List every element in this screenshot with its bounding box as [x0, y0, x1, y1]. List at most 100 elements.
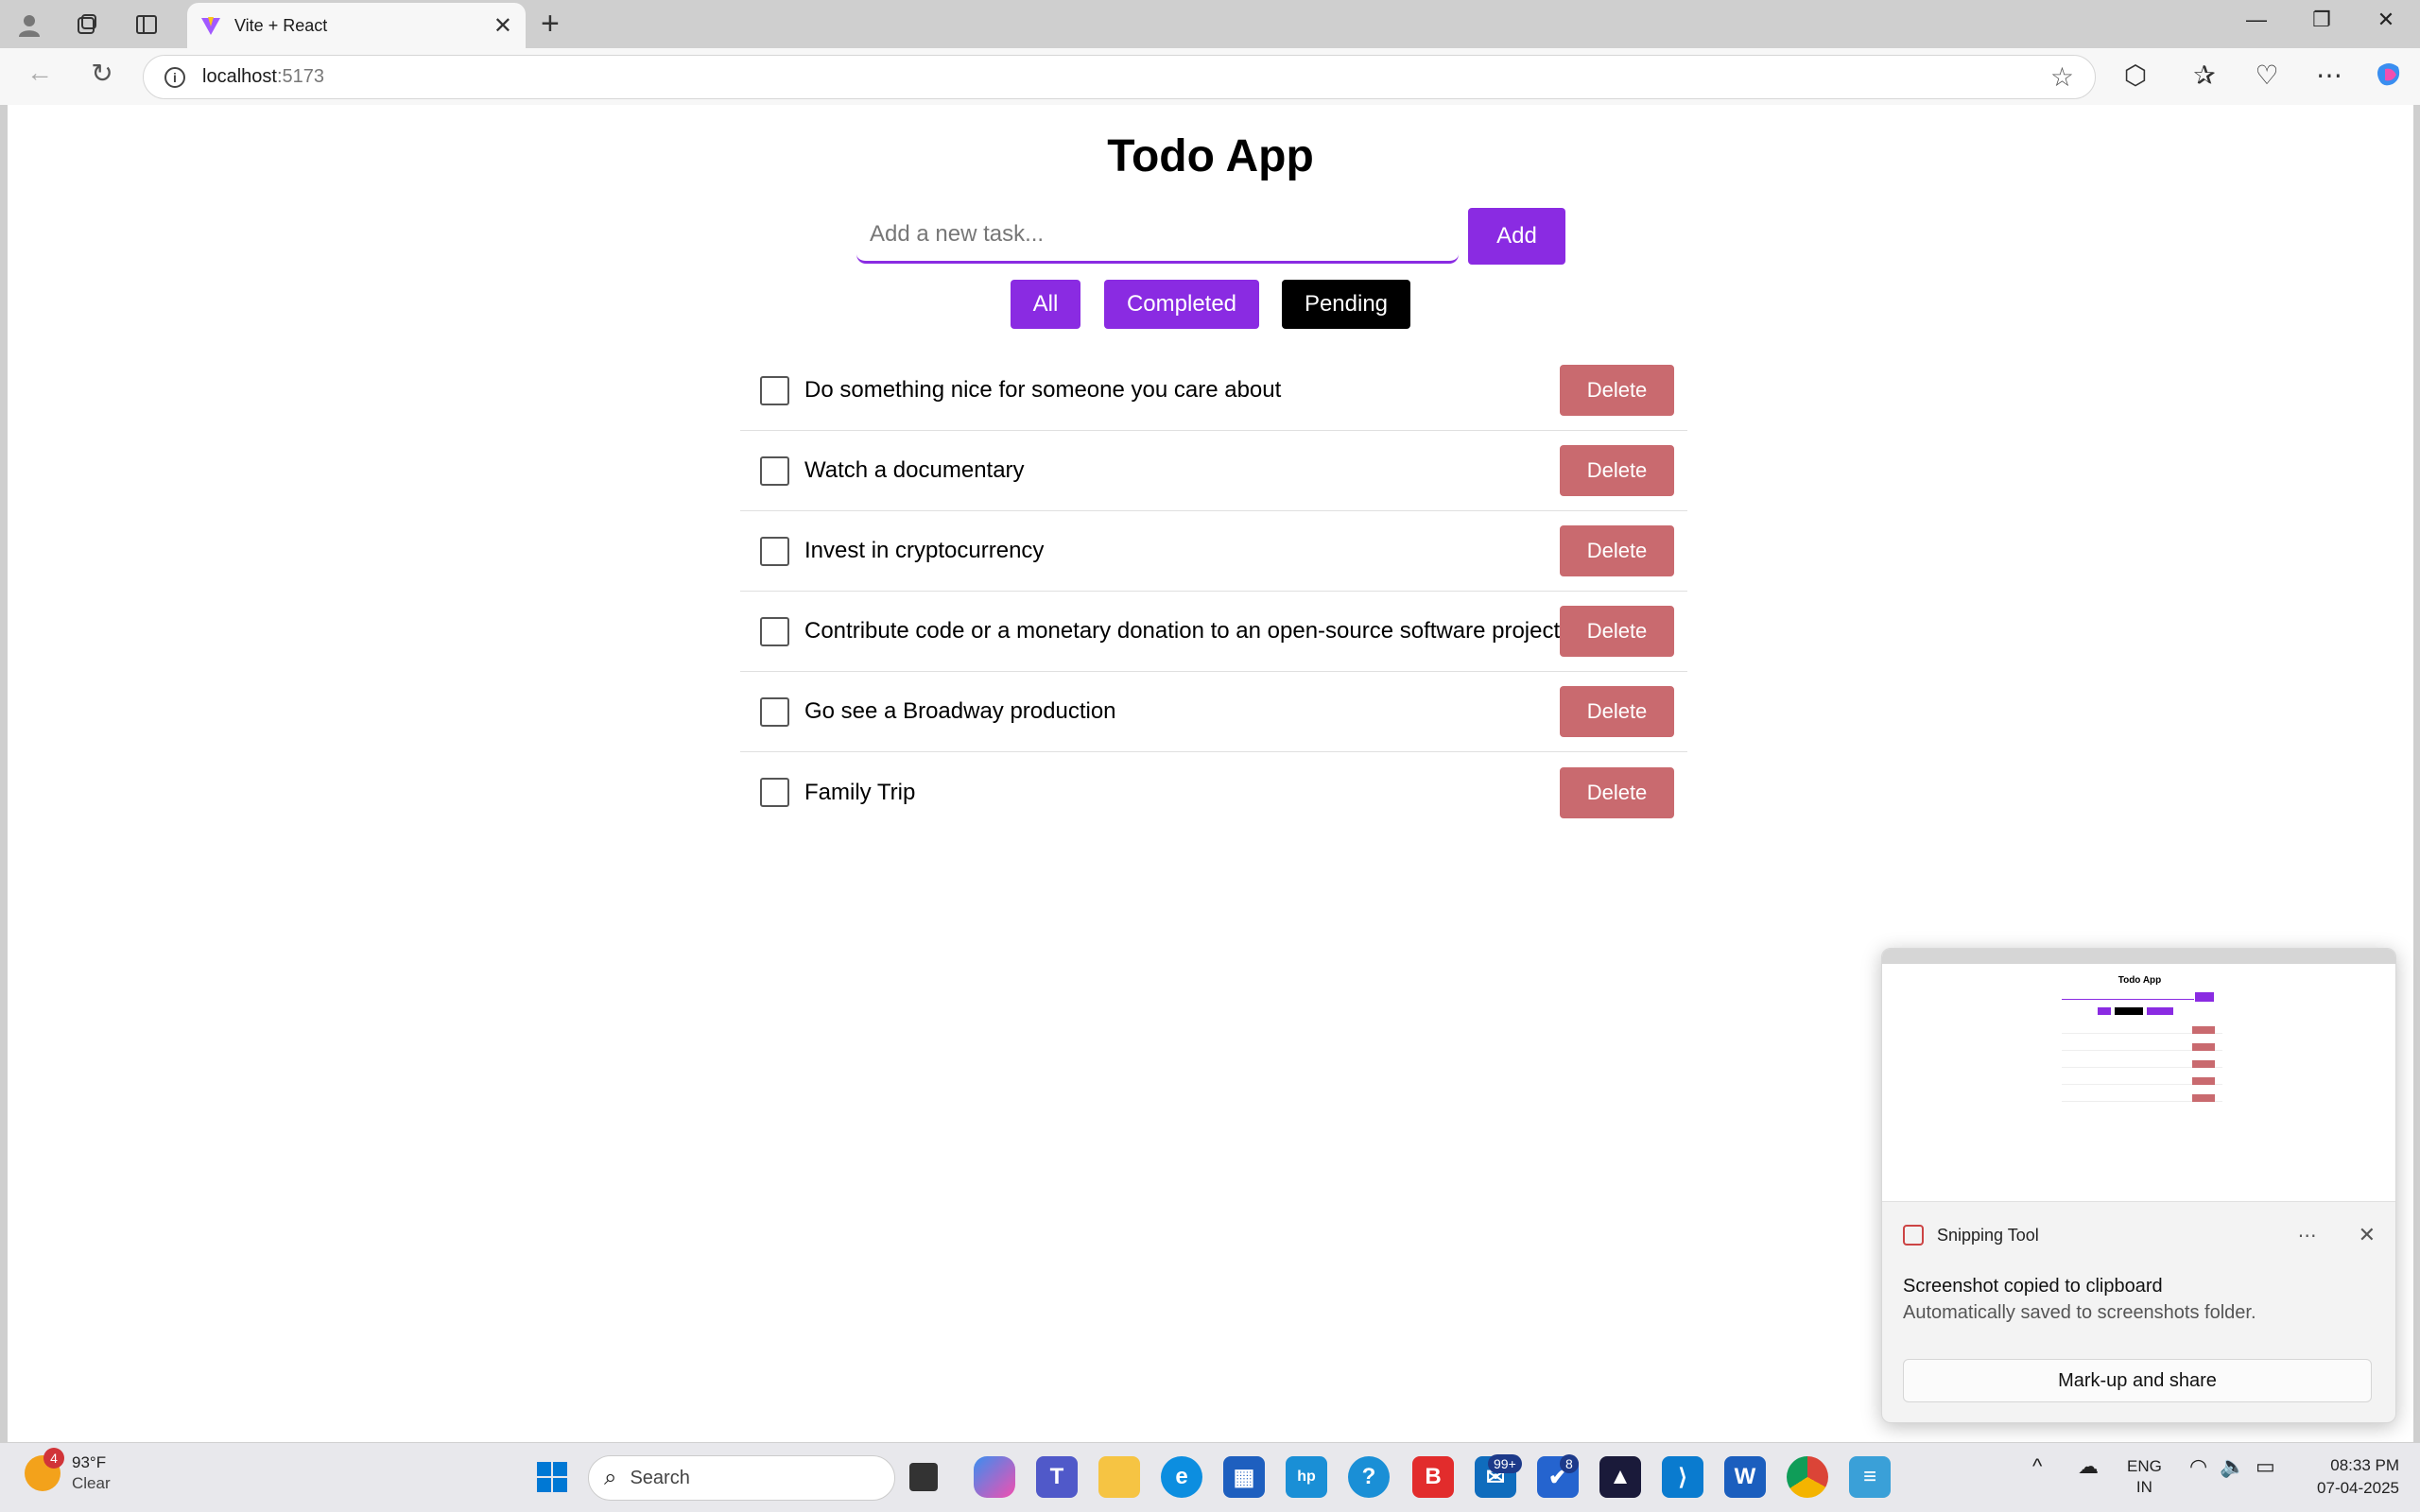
todo-item: Do something nice for someone you care a…: [740, 351, 1687, 431]
tray-overflow-icon[interactable]: ^: [2032, 1456, 2042, 1477]
todo-item: Contribute code or a monetary donation t…: [740, 592, 1687, 672]
snipping-tool-notification[interactable]: Todo App Snipping Tool ⋯ ✕ Screenshot co…: [1881, 948, 2396, 1423]
thumbnail-delete: [2192, 1094, 2215, 1102]
filter-completed-button[interactable]: Completed: [1104, 280, 1259, 329]
settings-more-icon[interactable]: ⋯: [2310, 60, 2348, 91]
edge-browser-icon[interactable]: e: [1161, 1456, 1202, 1498]
language-indicator[interactable]: ENG IN: [2127, 1456, 2162, 1498]
clock-date: 07-04-2025: [2317, 1479, 2399, 1497]
browser-titlebar: Vite + React ✕ + — ❐ ✕: [0, 0, 2420, 48]
word-icon[interactable]: W: [1724, 1456, 1766, 1498]
vertical-tabs-icon[interactable]: [130, 8, 164, 42]
restore-icon[interactable]: ❐: [2303, 8, 2341, 32]
delete-button[interactable]: Delete: [1560, 766, 1674, 818]
toast-close-icon[interactable]: ✕: [2359, 1223, 2376, 1247]
snipping-tool-icon: [1903, 1225, 1924, 1246]
toast-message: Screenshot copied to clipboard: [1903, 1276, 2163, 1297]
minimize-icon[interactable]: —: [2238, 8, 2275, 32]
reload-icon[interactable]: ↻: [83, 58, 121, 89]
language-top: ENG: [2127, 1457, 2162, 1475]
profile-icon[interactable]: [12, 8, 46, 42]
todo-badge: 8: [1560, 1454, 1579, 1473]
thumbnail-delete: [2192, 1077, 2215, 1085]
weather-widget[interactable]: 4 93°F Clear: [25, 1448, 111, 1494]
battery-icon[interactable]: ▭: [2256, 1456, 2275, 1477]
copilot-app-icon[interactable]: [974, 1456, 1015, 1498]
todo-checkbox[interactable]: [760, 536, 789, 566]
todo-checkbox[interactable]: [760, 616, 789, 646]
volume-icon[interactable]: 🔈: [2220, 1456, 2245, 1477]
outlook-badge: 99+: [1488, 1454, 1522, 1473]
workspaces-icon[interactable]: [70, 8, 104, 42]
markup-and-share-button[interactable]: Mark-up and share: [1903, 1359, 2372, 1402]
tab-close-icon[interactable]: ✕: [493, 12, 512, 40]
chrome-icon[interactable]: [1787, 1456, 1828, 1498]
thumbnail-delete: [2192, 1043, 2215, 1051]
filter-all-button[interactable]: All: [1011, 280, 1080, 329]
todo-item: Go see a Broadway production Delete: [740, 672, 1687, 752]
filter-pending-button[interactable]: Pending: [1282, 280, 1410, 329]
delete-button[interactable]: Delete: [1560, 445, 1674, 496]
weather-temp: 93°F: [72, 1453, 107, 1471]
back-icon[interactable]: ←: [21, 58, 59, 88]
brave-icon[interactable]: B: [1412, 1456, 1454, 1498]
copilot-icon[interactable]: [2370, 60, 2408, 96]
todo-checkbox[interactable]: [760, 778, 789, 807]
task-view-icon[interactable]: [909, 1463, 938, 1491]
toast-app-name: Snipping Tool: [1937, 1225, 2039, 1245]
url-text: localhost:5173: [202, 66, 324, 87]
taskbar-search[interactable]: ⌕ Search: [588, 1455, 895, 1501]
notepad-icon[interactable]: ≡: [1849, 1456, 1891, 1498]
todo-text: Family Trip: [804, 779, 916, 805]
microsoft-store-icon[interactable]: ▦: [1223, 1456, 1265, 1498]
todo-item: Invest in cryptocurrency Delete: [740, 511, 1687, 592]
onedrive-icon[interactable]: ☁: [2078, 1456, 2099, 1477]
clock-time: 08:33 PM: [2330, 1456, 2399, 1474]
thumbnail-filter: [2147, 1007, 2173, 1015]
teams-icon[interactable]: T: [1036, 1456, 1078, 1498]
delete-button[interactable]: Delete: [1560, 525, 1674, 576]
todo-checkbox[interactable]: [760, 455, 789, 486]
add-button[interactable]: Add: [1468, 208, 1565, 265]
start-menu-icon[interactable]: [531, 1456, 573, 1498]
thumbnail-delete: [2192, 1060, 2215, 1068]
browser-tab[interactable]: Vite + React ✕: [187, 3, 526, 48]
todo-item: Family Trip Delete: [740, 752, 1687, 833]
new-task-input[interactable]: [856, 207, 1459, 264]
delete-button[interactable]: Delete: [1560, 686, 1674, 737]
todo-checkbox[interactable]: [760, 696, 789, 727]
weather-badge: 4: [43, 1448, 64, 1469]
more-options-icon[interactable]: ⋯: [2298, 1224, 2317, 1247]
vscode-icon[interactable]: ⟩: [1662, 1456, 1703, 1498]
help-icon[interactable]: ?: [1348, 1456, 1390, 1498]
file-explorer-icon[interactable]: [1098, 1456, 1140, 1498]
favorite-star-icon[interactable]: ☆: [2050, 61, 2074, 93]
favorites-icon[interactable]: ✰: [2186, 60, 2223, 91]
myhp-icon[interactable]: hp: [1286, 1456, 1327, 1498]
taskbar-clock[interactable]: 08:33 PM 07-04-2025: [2295, 1454, 2399, 1500]
browser-toolbar: ← ↻ i localhost:5173 ☆ ⬡ ✰ ♡ ⋯: [0, 48, 2420, 105]
thumbnail-delete: [2192, 1026, 2215, 1034]
todo-list: Do something nice for someone you care a…: [740, 351, 1687, 833]
site-info-icon[interactable]: i: [164, 66, 185, 88]
screenshot-thumbnail[interactable]: Todo App: [1882, 949, 2395, 1202]
toast-sub-message: Automatically saved to screenshots folde…: [1903, 1302, 2256, 1323]
address-bar[interactable]: i localhost:5173 ☆: [143, 55, 2096, 99]
vite-logo-icon: [201, 17, 220, 35]
todo-checkbox[interactable]: [760, 375, 789, 405]
tab-title: Vite + React: [234, 15, 328, 35]
delete-button[interactable]: Delete: [1560, 606, 1674, 657]
todo-text: Contribute code or a monetary donation t…: [804, 618, 1561, 644]
toast-header: Snipping Tool ⋯ ✕: [1903, 1223, 2376, 1247]
wifi-icon[interactable]: ◠: [2189, 1456, 2207, 1477]
page-title: Todo App: [1107, 131, 1314, 181]
extensions-icon[interactable]: ⬡: [2117, 60, 2154, 91]
delete-button[interactable]: Delete: [1560, 365, 1674, 416]
new-tab-icon[interactable]: +: [541, 6, 560, 43]
todo-text: Go see a Broadway production: [804, 698, 1116, 724]
browser-essentials-icon[interactable]: ♡: [2248, 60, 2286, 91]
thumbnail-title: Todo App: [2118, 975, 2162, 986]
dev-app-icon[interactable]: ▲: [1599, 1456, 1641, 1498]
window-close-icon[interactable]: ✕: [2367, 8, 2405, 32]
language-bottom: IN: [2135, 1478, 2152, 1496]
